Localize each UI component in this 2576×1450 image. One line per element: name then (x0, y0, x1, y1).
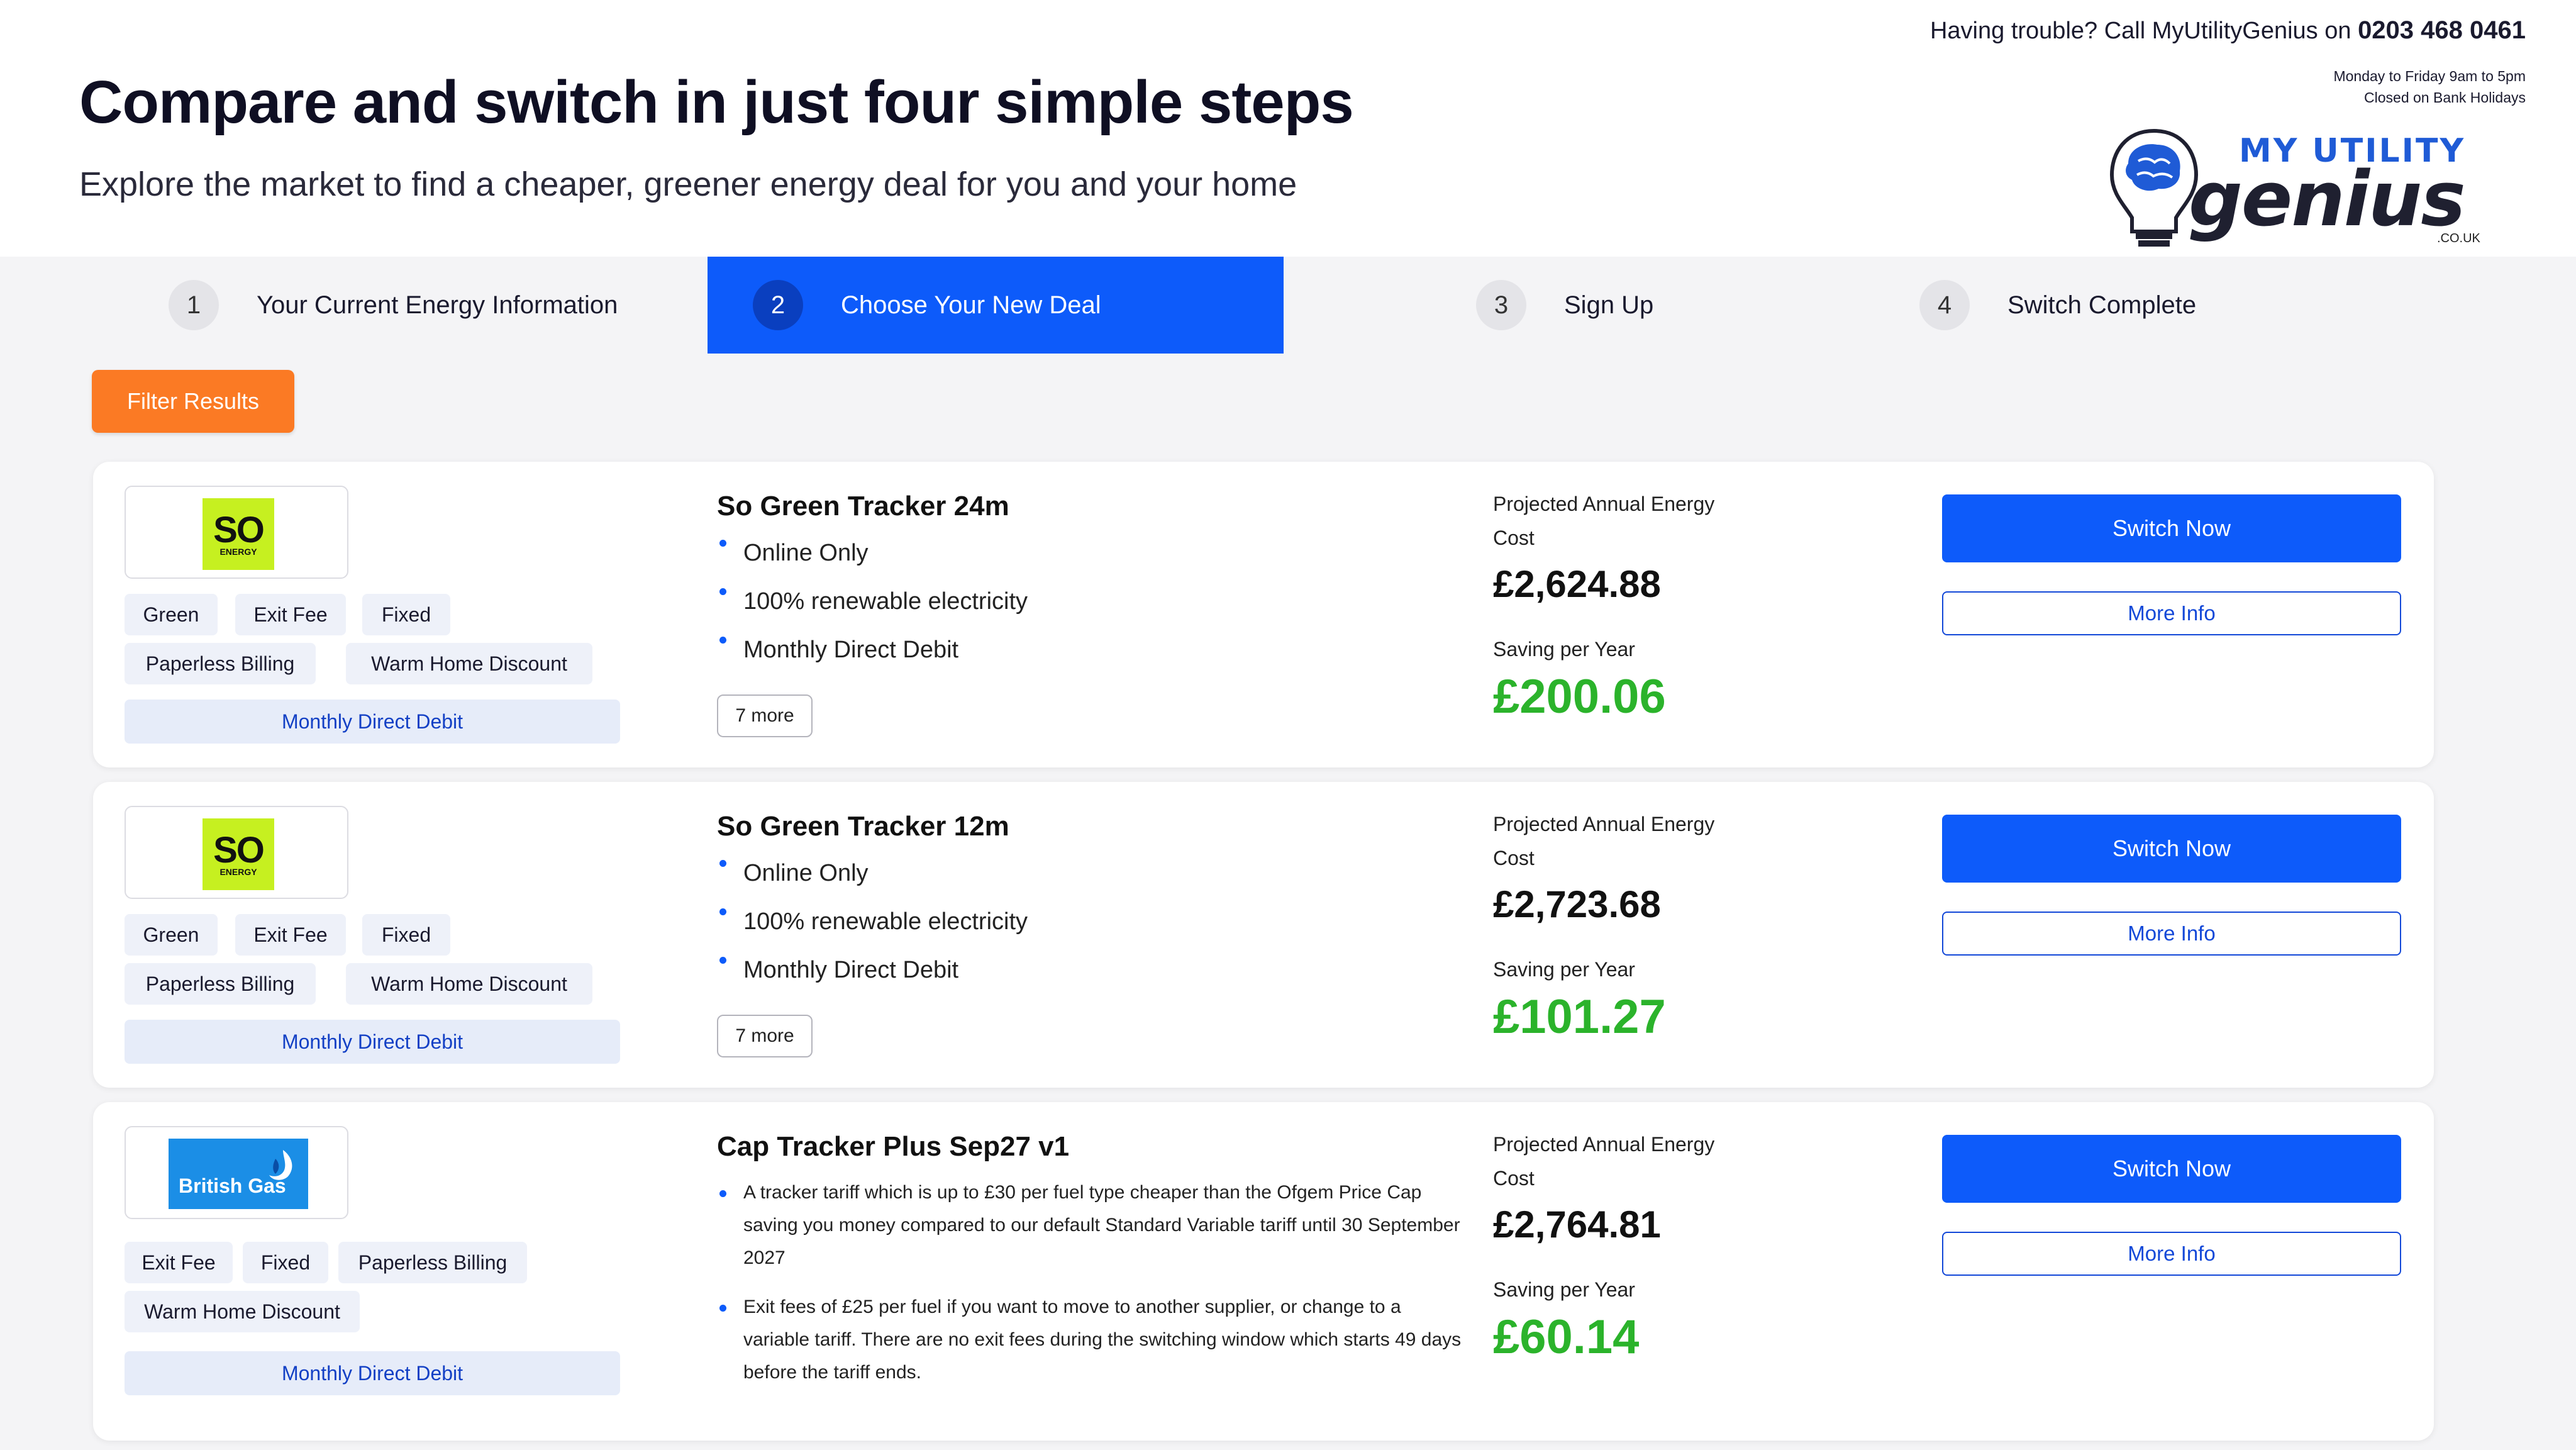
logo-energy-text: ENERGY (219, 547, 257, 557)
tag: Warm Home Discount (346, 963, 592, 1005)
british-gas-logo-text: British Gas (179, 1174, 286, 1197)
tag: Exit Fee (125, 1242, 233, 1283)
deal-name: So Green Tracker 24m (717, 491, 1009, 521)
page-subtitle: Explore the market to find a cheaper, gr… (79, 165, 1297, 203)
tag: Exit Fee (235, 594, 346, 635)
deal-name: So Green Tracker 12m (717, 811, 1009, 842)
deal-card: British Gas Exit Fee Fixed Paperless Bil… (93, 1102, 2434, 1441)
helpline-text: Having trouble? Call MyUtilityGenius on (1929, 18, 2351, 44)
logo-energy-text: ENERGY (219, 867, 257, 877)
saving-label: Saving per Year (1493, 958, 1635, 981)
logo-text-main: genius (2189, 156, 2466, 243)
feature-list: A tracker tariff which is up to £30 per … (717, 1176, 1472, 1405)
saving-amount: £200.06 (1493, 670, 1666, 723)
step-label: Sign Up (1564, 291, 1654, 319)
feature-item: Online Only (717, 860, 1028, 908)
feature-item: Monthly Direct Debit (717, 957, 1028, 1005)
so-energy-logo: SO ENERGY (203, 498, 274, 570)
logo-so-text: SO (213, 830, 265, 871)
step-number: 3 (1476, 280, 1526, 330)
step-switch-complete[interactable]: 4 Switch Complete (1919, 257, 2196, 354)
deal-card: SO ENERGY Green Exit Fee Fixed Paperless… (93, 462, 2434, 767)
step-choose-deal[interactable]: 2 Choose Your New Deal (708, 257, 1284, 354)
feature-item: Online Only (717, 540, 1028, 588)
cost-label: Projected Annual Energy Cost (1493, 1133, 1715, 1190)
tag: Paperless Billing (125, 963, 316, 1005)
more-info-button[interactable]: More Info (1942, 912, 2401, 956)
logo-domain: .CO.UK (2437, 231, 2480, 245)
opening-hours: Monday to Friday 9am to 5pm Closed on Ba… (2333, 65, 2526, 108)
tag: Exit Fee (235, 914, 346, 956)
feature-item: A tracker tariff which is up to £30 per … (717, 1176, 1472, 1274)
deal-card: SO ENERGY Green Exit Fee Fixed Paperless… (93, 782, 2434, 1088)
tag: Green (125, 594, 218, 635)
step-number: 1 (169, 280, 219, 330)
so-energy-logo: SO ENERGY (203, 818, 274, 890)
helpline: Having trouble? Call MyUtilityGenius on … (1930, 16, 2526, 45)
step-number: 2 (753, 280, 803, 330)
step-label: Switch Complete (2007, 291, 2197, 319)
billing-tag: Monthly Direct Debit (125, 1020, 620, 1064)
annual-cost: £2,764.81 (1493, 1203, 1661, 1246)
feature-item: 100% renewable electricity (717, 908, 1028, 957)
switch-now-button[interactable]: Switch Now (1942, 494, 2401, 562)
progress-steps: 1 Your Current Energy Information 2 Choo… (0, 257, 2576, 354)
tag: Fixed (362, 594, 450, 635)
more-features-button[interactable]: 7 more (717, 694, 813, 737)
step-current-energy[interactable]: 1 Your Current Energy Information (169, 257, 618, 354)
feature-item: Exit fees of £25 per fuel if you want to… (717, 1291, 1472, 1389)
feature-item: 100% renewable electricity (717, 588, 1028, 637)
deal-name: Cap Tracker Plus Sep27 v1 (717, 1131, 1070, 1162)
billing-tag: Monthly Direct Debit (125, 1351, 620, 1395)
step-number: 4 (1919, 280, 1970, 330)
step-sign-up[interactable]: 3 Sign Up (1476, 257, 1653, 354)
switch-now-button[interactable]: Switch Now (1942, 815, 2401, 883)
tag: Paperless Billing (338, 1242, 527, 1283)
my-utility-genius-logo[interactable]: MY UTILITY genius .CO.UK (2107, 126, 2509, 252)
saving-label: Saving per Year (1493, 638, 1635, 661)
tag: Fixed (362, 914, 450, 956)
billing-tag: Monthly Direct Debit (125, 700, 620, 744)
saving-amount: £101.27 (1493, 990, 1666, 1044)
tag: Paperless Billing (125, 643, 316, 684)
more-info-button[interactable]: More Info (1942, 591, 2401, 635)
annual-cost: £2,723.68 (1493, 883, 1661, 925)
saving-amount: £60.14 (1493, 1310, 1640, 1364)
supplier-logo: SO ENERGY (125, 486, 348, 579)
supplier-logo: SO ENERGY (125, 806, 348, 899)
feature-list: Online Only 100% renewable electricity M… (717, 540, 1028, 685)
more-features-button[interactable]: 7 more (717, 1015, 813, 1057)
filter-results-button[interactable]: Filter Results (92, 370, 294, 433)
lightbulb-brain-icon (2109, 128, 2199, 247)
hours-holidays: Closed on Bank Holidays (2364, 89, 2526, 106)
annual-cost: £2,624.88 (1493, 563, 1661, 605)
page-header: Compare and switch in just four simple s… (0, 0, 2576, 257)
supplier-logo: British Gas (125, 1126, 348, 1219)
tag: Green (125, 914, 218, 956)
feature-item: Monthly Direct Debit (717, 637, 1028, 685)
more-info-button[interactable]: More Info (1942, 1232, 2401, 1276)
british-gas-logo: British Gas (169, 1139, 308, 1209)
cost-label: Projected Annual Energy Cost (1493, 813, 1715, 869)
cost-label: Projected Annual Energy Cost (1493, 493, 1715, 549)
switch-now-button[interactable]: Switch Now (1942, 1135, 2401, 1203)
hours-weekday: Monday to Friday 9am to 5pm (2333, 68, 2526, 84)
tag: Fixed (243, 1242, 328, 1283)
feature-list: Online Only 100% renewable electricity M… (717, 860, 1028, 1005)
tag: Warm Home Discount (125, 1291, 360, 1332)
tag: Warm Home Discount (346, 643, 592, 684)
step-label: Choose Your New Deal (841, 291, 1101, 319)
logo-so-text: SO (213, 510, 265, 550)
helpline-phone-link[interactable]: 0203 468 0461 (2358, 16, 2526, 44)
page-title: Compare and switch in just four simple s… (79, 69, 1354, 136)
step-label: Your Current Energy Information (257, 291, 618, 319)
saving-label: Saving per Year (1493, 1278, 1635, 1301)
